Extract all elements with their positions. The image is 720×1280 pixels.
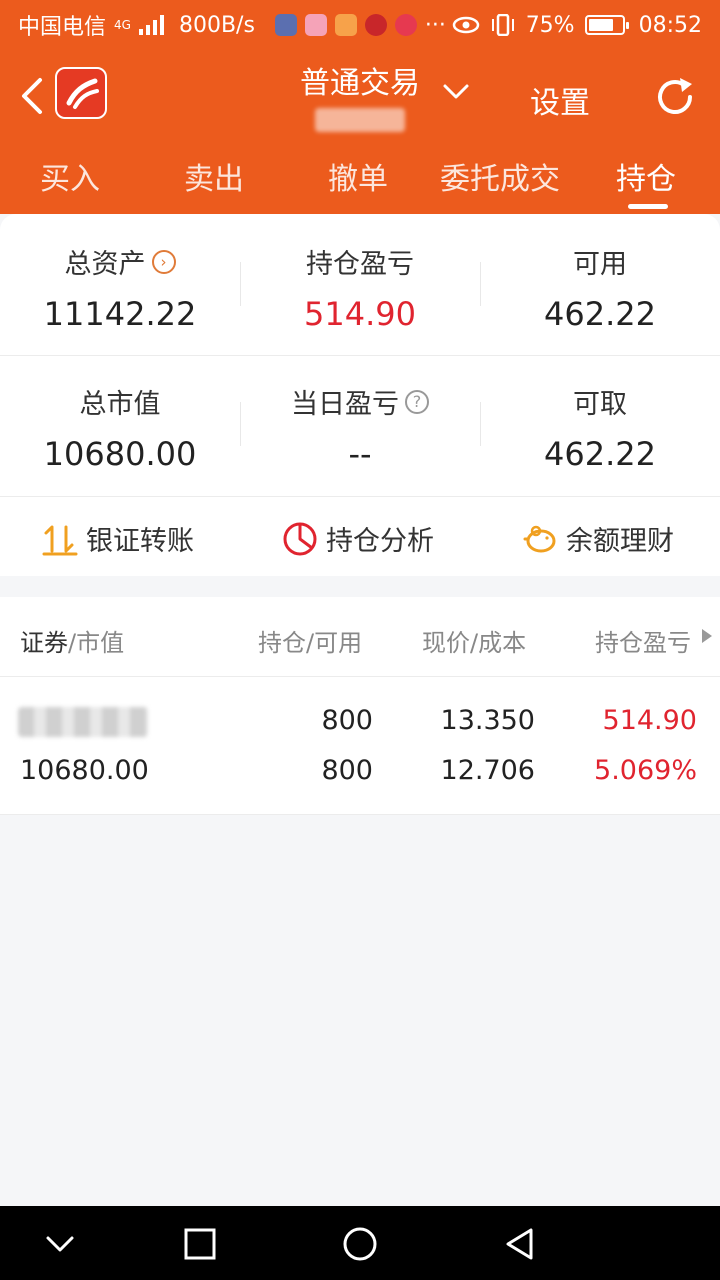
position-pl: 持仓盈亏 514.90 xyxy=(240,242,480,333)
daily-pl-value: -- xyxy=(348,435,372,473)
holdings-table: 证券/市值 持仓/可用 现价/成本 持仓盈亏 10680.00 800 800 … xyxy=(0,597,720,815)
flower-app-icon xyxy=(394,14,417,36)
available-funds: 可用 462.22 xyxy=(480,242,720,333)
signal-icon xyxy=(138,15,164,35)
eye-icon xyxy=(452,16,479,34)
header-security: 证券/市值 xyxy=(20,629,125,657)
music-app-icon xyxy=(304,14,327,36)
title-block[interactable]: 普通交易 xyxy=(270,58,450,132)
recent-apps-icon[interactable] xyxy=(180,1224,220,1264)
vibrate-icon xyxy=(491,14,514,36)
row-cost: 12.706 xyxy=(440,755,535,786)
chevron-down-icon[interactable] xyxy=(440,80,472,104)
status-bar: 中国电信 4G 800B/s ··· 75% 08:52 xyxy=(0,0,720,50)
total-assets-label: 总资产 xyxy=(64,249,146,280)
trade-tabs: 买入 卖出 撤单 委托成交 持仓 xyxy=(0,142,720,214)
bank-transfer-button[interactable]: 银证转账 xyxy=(42,519,194,558)
row-position: 800 xyxy=(321,705,373,736)
battery-icon xyxy=(584,15,629,35)
row-price: 13.350 xyxy=(440,705,535,736)
chevron-right-circle-icon[interactable]: › xyxy=(151,249,176,274)
collapse-chevron-icon[interactable] xyxy=(40,1224,80,1264)
daily-pl-label: 当日盈亏 xyxy=(291,389,399,420)
network-type: 4G xyxy=(114,18,131,32)
tab-buy[interactable]: 买入 xyxy=(40,154,100,198)
row-market-value: 10680.00 xyxy=(20,755,149,786)
position-analysis-label: 持仓分析 xyxy=(326,526,434,557)
table-row[interactable]: 10680.00 800 800 13.350 12.706 514.90 5.… xyxy=(0,677,720,815)
available-value: 462.22 xyxy=(544,295,656,333)
total-market-value-label: 总市值 xyxy=(79,389,161,420)
row-pl-percent: 5.069% xyxy=(594,755,697,786)
row-available: 800 xyxy=(321,755,373,786)
help-icon[interactable]: ? xyxy=(405,389,429,414)
orange-app-icon xyxy=(334,14,357,36)
tab-sell[interactable]: 卖出 xyxy=(184,154,244,198)
total-assets[interactable]: 总资产 › 11142.22 xyxy=(0,242,240,333)
piggy-bank-icon xyxy=(523,525,556,552)
wealth-management-label: 余额理财 xyxy=(566,526,674,557)
top-bar: 普通交易 设置 xyxy=(0,50,720,142)
withdrawable-value: 462.22 xyxy=(544,435,656,473)
quick-actions: 银证转账 持仓分析 余额理财 xyxy=(0,497,720,577)
header-position-available: 持仓/可用 xyxy=(258,629,363,657)
total-assets-value: 11142.22 xyxy=(43,295,197,333)
back-button[interactable] xyxy=(18,76,48,116)
account-summary: 总资产 › 11142.22 持仓盈亏 514.90 可用 462.22 总市值… xyxy=(0,214,720,576)
bank-app-icon xyxy=(364,14,387,36)
table-header: 证券/市值 持仓/可用 现价/成本 持仓盈亏 xyxy=(0,597,720,677)
available-label: 可用 xyxy=(573,249,627,280)
clock: 08:52 xyxy=(638,12,702,38)
shield-app-icon xyxy=(274,14,297,36)
withdrawable-funds: 可取 462.22 xyxy=(480,382,720,473)
page-title: 普通交易 xyxy=(300,66,420,101)
divider xyxy=(0,355,720,356)
scroll-right-icon[interactable] xyxy=(702,629,712,643)
carrier-label: 中国电信 xyxy=(18,15,107,40)
header-position-pl[interactable]: 持仓盈亏 xyxy=(595,623,691,658)
active-tab-indicator xyxy=(628,204,668,209)
more-notifications: ··· xyxy=(424,12,446,38)
total-market-value-value: 10680.00 xyxy=(43,435,197,473)
account-id-blurred xyxy=(315,108,405,132)
battery-percent: 75% xyxy=(525,12,575,38)
network-speed: 800B/s xyxy=(178,12,255,38)
back-triangle-icon[interactable] xyxy=(500,1224,540,1264)
settings-button[interactable]: 设置 xyxy=(530,78,590,122)
security-name-blurred xyxy=(18,707,148,737)
daily-pl: 当日盈亏 ? -- xyxy=(240,382,480,473)
position-pl-value: 514.90 xyxy=(304,295,416,333)
position-analysis-button[interactable]: 持仓分析 xyxy=(282,519,434,558)
refresh-icon[interactable] xyxy=(650,72,700,122)
total-market-value: 总市值 10680.00 xyxy=(0,382,240,473)
withdrawable-label: 可取 xyxy=(573,389,627,420)
tab-holdings[interactable]: 持仓 xyxy=(616,154,676,198)
app-logo xyxy=(55,67,107,119)
tab-cancel[interactable]: 撤单 xyxy=(328,154,388,198)
home-icon[interactable] xyxy=(340,1224,380,1264)
system-nav-bar xyxy=(0,1206,720,1280)
bank-transfer-label: 银证转账 xyxy=(86,526,194,557)
transfer-icon xyxy=(42,525,78,555)
header-price-cost: 现价/成本 xyxy=(422,629,527,657)
position-pl-label: 持仓盈亏 xyxy=(306,249,414,280)
pie-chart-icon xyxy=(283,522,317,555)
wealth-management-button[interactable]: 余额理财 xyxy=(522,519,674,558)
row-pl: 514.90 xyxy=(602,705,697,736)
tab-orders-fills[interactable]: 委托成交 xyxy=(440,154,560,198)
